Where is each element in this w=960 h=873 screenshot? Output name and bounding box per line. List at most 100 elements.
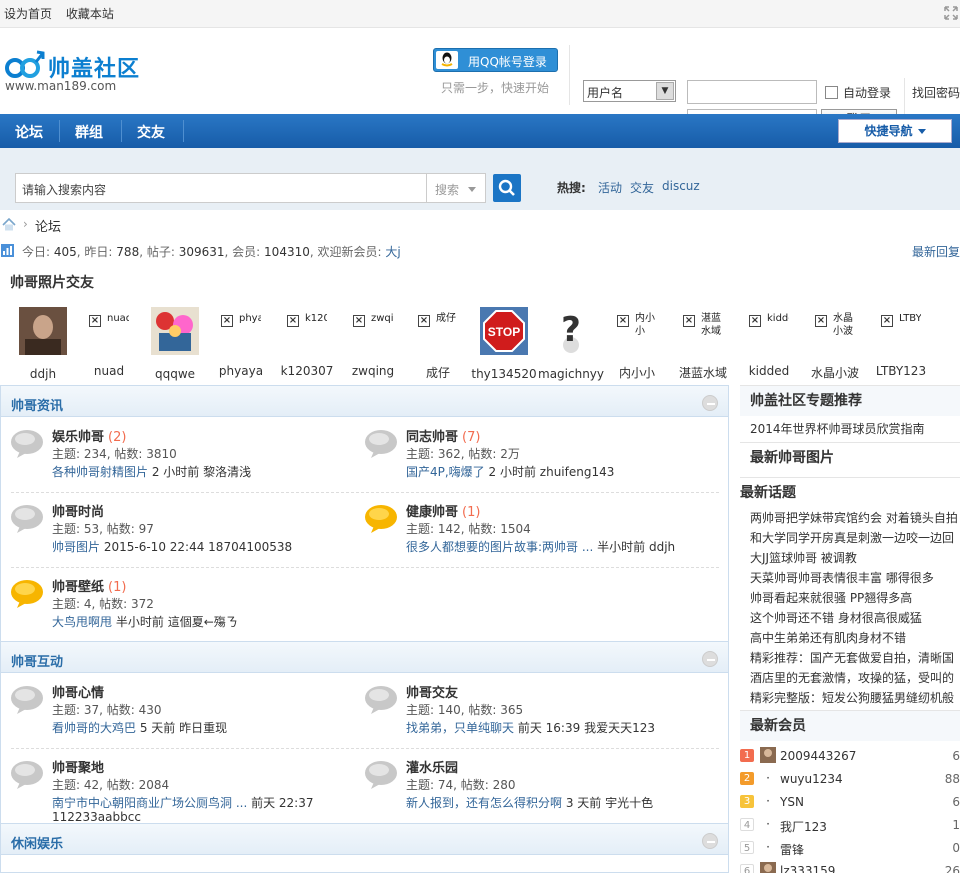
bookmark-link[interactable]: 收藏本站: [66, 7, 114, 21]
last-post-user[interactable]: 我爱天天123: [584, 721, 655, 735]
topic-item[interactable]: 大JJ篮球帅哥 被调教: [748, 548, 960, 568]
last-post-link[interactable]: 国产4P,嗨爆了: [406, 465, 485, 479]
avatar: [760, 747, 776, 763]
member-row[interactable]: 6 lz333159 26: [740, 860, 960, 873]
last-post-user[interactable]: 宇光十色: [605, 796, 653, 810]
forum-name[interactable]: 帅哥心情: [52, 686, 104, 701]
forum-last-post: 看帅哥的大鸡巴 5 天前 昨日重现: [52, 719, 352, 736]
nav-item-friends[interactable]: 交友: [137, 122, 165, 142]
friend-photo[interactable]: ×k120307k120307: [274, 307, 340, 378]
friend-photo[interactable]: qqqwe: [142, 307, 208, 381]
member-row[interactable]: 3 · YSN 6: [740, 791, 960, 814]
last-post-time: 半小时前: [597, 540, 646, 554]
last-post-link[interactable]: 大鸟甩啊甩: [52, 615, 112, 629]
last-post-user[interactable]: 18704100538: [208, 540, 292, 554]
last-post-link[interactable]: 找弟弟，只单纯聊天: [406, 721, 514, 735]
last-post-link[interactable]: 南宁市中心朝阳商业广场公厕鸟洞 ...: [52, 796, 247, 810]
username-input[interactable]: [687, 80, 817, 104]
friend-photo[interactable]: ×LTBY123LTBY123: [868, 307, 934, 378]
member-row[interactable]: 4 · 我厂123 1: [740, 814, 960, 837]
home-icon[interactable]: [2, 217, 16, 234]
latest-reply-link[interactable]: 最新回复: [912, 243, 960, 260]
last-post-user[interactable]: 這個夏←殤ㄋ: [168, 615, 238, 629]
last-post-link[interactable]: 很多人都想要的图片故事:两帅哥 ...: [406, 540, 593, 554]
newest-member-link[interactable]: 大j: [385, 245, 400, 259]
friend-photo[interactable]: × 成仔 成仔: [405, 307, 471, 381]
special-box: 帅盖社区专题推荐: [740, 385, 960, 416]
search-input[interactable]: 请输入搜索内容: [15, 173, 426, 203]
member-row[interactable]: 5 · 雷锋 0: [740, 837, 960, 860]
friend-photo[interactable]: × 湛蓝水域 湛蓝水域: [670, 307, 736, 381]
topic-item[interactable]: 精彩推荐：国产无套做爱自拍，清晰国: [748, 648, 960, 668]
forum-name[interactable]: 灌水乐园: [406, 761, 458, 776]
nav-item-forum[interactable]: 论坛: [15, 122, 43, 142]
member-row[interactable]: 1 2009443267 6: [740, 745, 960, 768]
hot-search-link[interactable]: discuz: [662, 179, 700, 193]
member-name[interactable]: wuyu1234: [780, 772, 843, 786]
quick-nav-button[interactable]: 快捷导航: [838, 119, 952, 143]
forum-name[interactable]: 帅哥壁纸: [52, 580, 104, 595]
forum-name[interactable]: 同志帅哥: [406, 430, 458, 445]
qq-login-button[interactable]: 用QQ帐号登录: [433, 48, 558, 72]
last-post-user[interactable]: 昨日重现: [179, 721, 227, 735]
collapse-icon[interactable]: [702, 651, 718, 667]
member-name[interactable]: YSN: [780, 795, 804, 809]
friend-photo[interactable]: ×phyayaphyaya: [208, 307, 274, 378]
topic-item[interactable]: 这个帅哥还不错 身材很高很威猛: [748, 608, 960, 628]
friend-photo[interactable]: × 水晶小波 水晶小波: [802, 307, 868, 381]
member-name[interactable]: 2009443267: [780, 749, 856, 763]
list-item[interactable]: 2014年世界杯帅哥球员欣赏指南: [748, 419, 960, 439]
set-home-link[interactable]: 设为首页: [4, 7, 52, 21]
last-post-user-wrapped[interactable]: 112233aabbcc: [52, 810, 141, 824]
forum-name[interactable]: 娱乐帅哥: [52, 430, 104, 445]
last-post-user[interactable]: zhuifeng143: [540, 465, 615, 479]
search-type-select[interactable]: 搜索: [426, 173, 486, 203]
last-post-user[interactable]: 黎洛清浅: [203, 465, 251, 479]
last-post-link[interactable]: 各种帅哥射精图片: [52, 465, 148, 479]
forum-name[interactable]: 帅哥聚地: [52, 761, 104, 776]
site-logo[interactable]: 帅盖社区 www.man189.com: [3, 47, 143, 95]
expand-icon[interactable]: [944, 6, 958, 20]
collapse-icon[interactable]: [702, 833, 718, 849]
friend-photo[interactable]: ddjh: [10, 307, 76, 381]
topics-box: 最新话题: [740, 477, 960, 508]
last-post-link[interactable]: 帅哥图片: [52, 540, 100, 554]
topic-item[interactable]: 精彩完整版：短发公狗腰猛男缝纫机般: [748, 688, 960, 708]
member-row[interactable]: 2 · wuyu1234 88: [740, 768, 960, 791]
friend-photo[interactable]: ×zwqingzwqing: [340, 307, 406, 378]
collapse-icon[interactable]: [702, 395, 718, 411]
topic-item[interactable]: 帅哥看起来就很骚 PP翘得多高: [748, 588, 960, 608]
hot-search-link[interactable]: 活动: [598, 179, 622, 196]
last-post-link[interactable]: 新人报到，还有怎么得积分啊: [406, 796, 562, 810]
last-post-link[interactable]: 看帅哥的大鸡巴: [52, 721, 136, 735]
member-name[interactable]: 雷锋: [780, 841, 804, 858]
member-name[interactable]: lz333159: [780, 864, 835, 873]
friend-photo[interactable]: STOP thy134520: [471, 307, 537, 381]
topic-item[interactable]: 酒店里的无套激情，攻操的猛，受叫的: [748, 668, 960, 688]
hot-search-link[interactable]: 交友: [630, 179, 654, 196]
forum-name[interactable]: 健康帅哥: [406, 505, 458, 520]
section-title[interactable]: 休闲娱乐: [11, 833, 63, 852]
forum-name[interactable]: 帅哥交友: [406, 686, 458, 701]
auto-login-checkbox[interactable]: 自动登录: [824, 84, 891, 101]
last-post-user[interactable]: ddjh: [649, 540, 675, 554]
friend-photo[interactable]: × nuad nuad: [76, 307, 142, 378]
special-title: 帅盖社区专题推荐: [750, 393, 862, 409]
section-title[interactable]: 帅哥互动: [11, 651, 63, 670]
find-password-link[interactable]: 找回密码: [912, 84, 960, 101]
forum-list: 帅哥资讯 娱乐帅哥 (2) 主题: 234, 帖数: 3810 各种帅哥射精图片 2 小…: [0, 385, 729, 873]
member-name[interactable]: 我厂123: [780, 818, 827, 835]
search-button[interactable]: [493, 174, 521, 202]
friend-photo[interactable]: × 内小小 内小小: [604, 307, 670, 381]
section-title[interactable]: 帅哥资讯: [11, 395, 63, 414]
forum-name[interactable]: 帅哥时尚: [52, 505, 104, 520]
breadcrumb-current[interactable]: 论坛: [35, 216, 61, 235]
nav-item-groups[interactable]: 群组: [75, 122, 103, 142]
friend-photo[interactable]: ? magichnyy: [538, 307, 604, 381]
topic-item[interactable]: 和大学同学开房真是刺激一边咬一边回: [748, 528, 960, 548]
topic-item[interactable]: 高中生弟弟还有肌肉身材不错: [748, 628, 960, 648]
friend-photo[interactable]: ×kiddedkidded: [736, 307, 802, 378]
topic-item[interactable]: 两帅哥把学妹带宾馆约会 对着镜头自拍: [748, 508, 960, 528]
username-type-select[interactable]: 用户名 ▼: [583, 80, 676, 102]
topic-item[interactable]: 天菜帅哥帅哥表情很丰富 哪得很多: [748, 568, 960, 588]
